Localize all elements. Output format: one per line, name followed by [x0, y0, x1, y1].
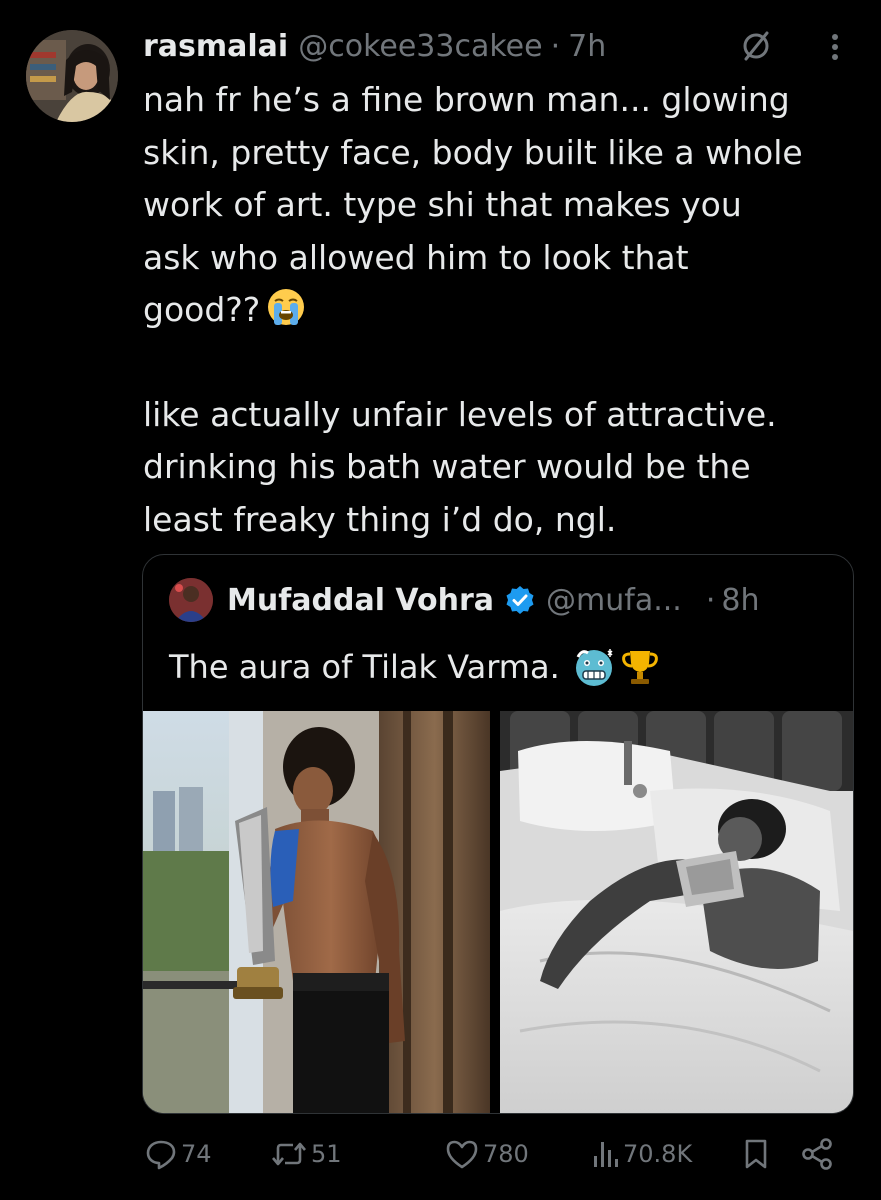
- share-icon: [799, 1136, 835, 1172]
- reply-count: 74: [181, 1140, 212, 1168]
- photo-black-and-white-sleeping[interactable]: [500, 711, 853, 1113]
- bookmark-button[interactable]: [739, 1130, 773, 1178]
- retweet-icon: [269, 1136, 309, 1172]
- tweet-text-paragraph-1: nah fr he’s a fine brown man... glowing …: [143, 80, 803, 329]
- views-button[interactable]: 70.8K: [591, 1130, 692, 1178]
- author-handle[interactable]: @cokee33cakee: [298, 29, 542, 64]
- quoted-tweet-text: The aura of Tilak Varma.: [169, 648, 560, 686]
- like-button[interactable]: 780: [443, 1130, 529, 1178]
- author-avatar[interactable]: [26, 30, 118, 122]
- retweet-count: 51: [311, 1140, 342, 1168]
- tweet-timestamp[interactable]: 7h: [568, 29, 606, 64]
- cold-face-emoji-icon: [572, 645, 616, 689]
- quoted-tweet-card[interactable]: Mufaddal Vohra @mufa... · 8h The aura of…: [142, 554, 854, 1114]
- quoted-author-handle[interactable]: @mufa...: [546, 583, 682, 618]
- quoted-tweet-header: Mufaddal Vohra @mufa... · 8h: [169, 577, 759, 623]
- verified-badge-icon: [504, 584, 536, 616]
- quoted-tweet-timestamp[interactable]: 8h: [721, 583, 759, 618]
- quoted-author-avatar[interactable]: [169, 578, 213, 622]
- more-options-icon[interactable]: [818, 30, 852, 64]
- quoted-header-separator: ·: [705, 582, 716, 618]
- header-separator: ·: [550, 28, 561, 64]
- tweet-body: nah fr he’s a fine brown man... glowing …: [143, 74, 865, 546]
- retweet-button[interactable]: 51: [269, 1130, 342, 1178]
- reply-button[interactable]: 74: [143, 1130, 212, 1178]
- tweet-text-paragraph-2: like actually unfair levels of attractiv…: [143, 394, 777, 539]
- loudly-crying-face-emoji-icon: [266, 287, 306, 327]
- like-icon: [443, 1136, 481, 1172]
- photo-shirtless-with-trophy[interactable]: [143, 711, 490, 1113]
- views-icon: [591, 1136, 621, 1172]
- tweet-actions-bar: 74 51 780 70.8K: [143, 1130, 843, 1178]
- reply-icon: [143, 1136, 179, 1172]
- author-display-name[interactable]: rasmalai: [143, 29, 288, 64]
- quoted-tweet-text-line: The aura of Tilak Varma.: [169, 643, 662, 691]
- quoted-author-display-name[interactable]: Mufaddal Vohra: [227, 583, 494, 618]
- grok-icon[interactable]: [738, 28, 774, 64]
- tweet-header: rasmalai @cokee33cakee · 7h: [143, 26, 606, 66]
- share-button[interactable]: [799, 1130, 835, 1178]
- trophy-emoji-icon: [618, 645, 662, 689]
- views-count: 70.8K: [623, 1140, 693, 1168]
- like-count: 780: [483, 1140, 529, 1168]
- bookmark-icon: [739, 1136, 773, 1172]
